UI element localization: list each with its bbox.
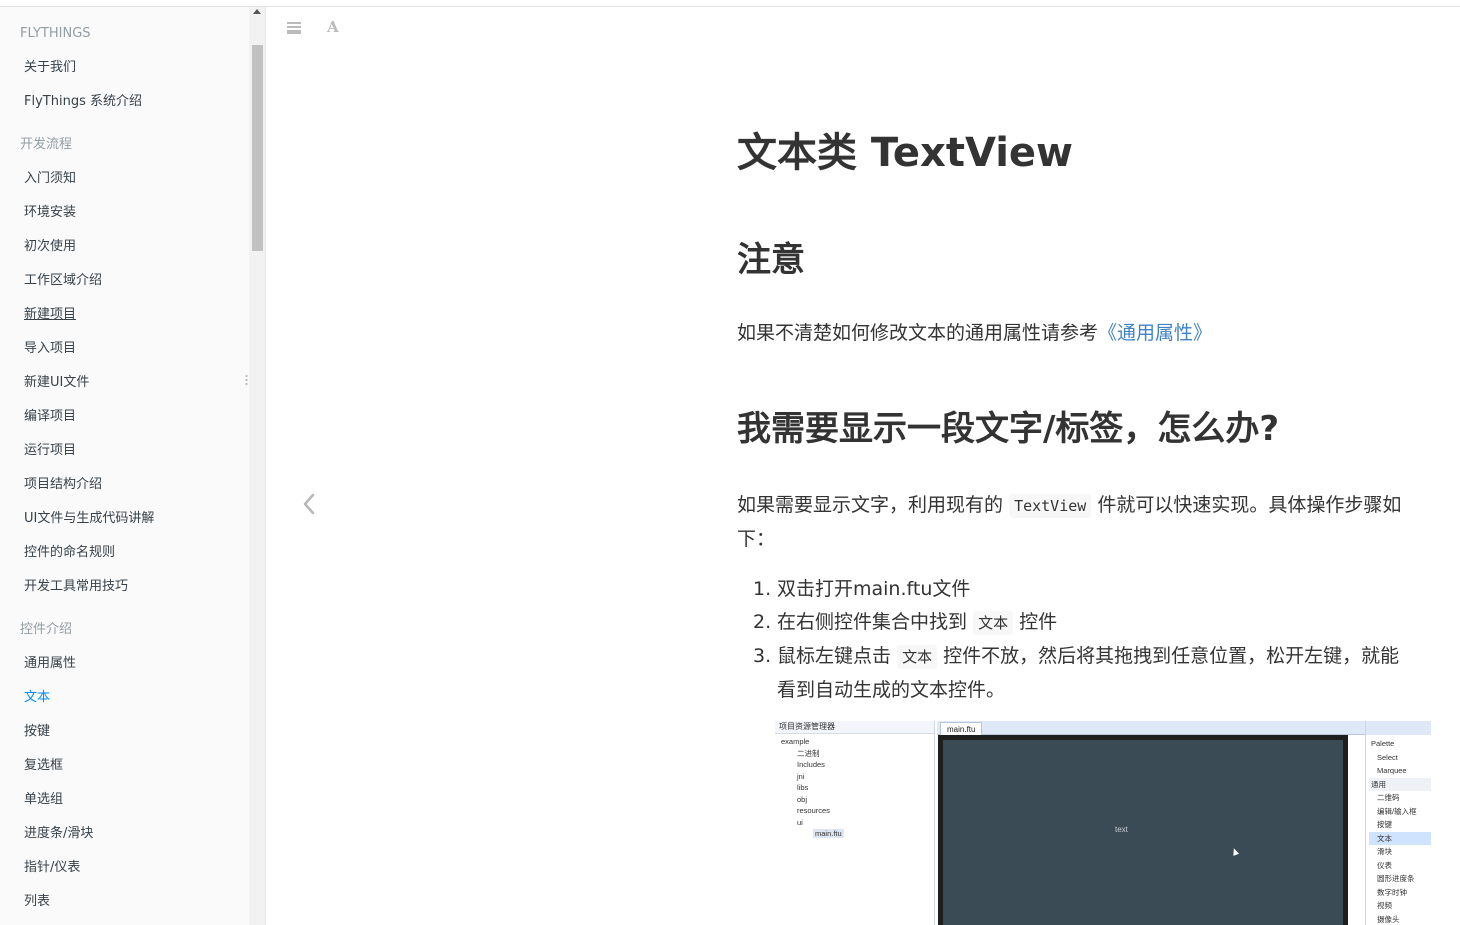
previous-page-icon[interactable] <box>296 488 326 520</box>
tree-node: libs <box>797 783 809 792</box>
sidebar-item-naming-rules[interactable]: 控件的命名规则 <box>0 543 115 563</box>
ide-screenshot: 项目资源管理器 example 二进制 Includes jni libs ob… <box>775 721 1431 925</box>
palette-item: Marquee <box>1377 766 1407 775</box>
step-text-before: 鼠标左键点击 <box>777 645 892 667</box>
palette-list: Palette Select Marquee 通用 二维码 编辑/输入框 按键 … <box>1369 737 1431 925</box>
palette-item: 数字时钟 <box>1377 887 1407 897</box>
control-palette: Palette Select Marquee 通用 二维码 编辑/输入框 按键 … <box>1365 721 1431 925</box>
palette-item: 摄像头 <box>1377 914 1400 924</box>
project-tree: example 二进制 Includes jni libs obj resour… <box>775 734 934 840</box>
sidebar-item-structure[interactable]: 项目结构介绍 <box>0 475 102 495</box>
common-props-link[interactable]: 《通用属性》 <box>1098 322 1212 344</box>
sidebar-resize-handle[interactable] <box>245 374 248 386</box>
sidebar-item-import-project[interactable]: 导入项目 <box>0 339 76 359</box>
step-text-before: 在右侧控件集合中找到 <box>777 611 968 633</box>
notice-text: 如果不清楚如何修改文本的通用属性请参考 <box>737 322 1099 344</box>
palette-group: 通用 <box>1369 777 1431 791</box>
sidebar-item-list[interactable]: 列表 <box>0 892 50 912</box>
intro-paragraph: 如果需要显示文字，利用现有的 TextView 件就可以快速实现。具体操作步骤如… <box>737 489 1417 556</box>
canvas-text-label: text <box>1115 825 1128 834</box>
sidebar-item-tips[interactable]: 开发工具常用技巧 <box>0 577 128 597</box>
section-title-flythings: FLYTHINGS <box>20 26 91 41</box>
palette-item: 仪表 <box>1377 860 1392 870</box>
step-text-after: 控件 <box>1019 611 1058 633</box>
palette-item: Select <box>1377 752 1398 762</box>
step-text: 双击打开main.ftu文件 <box>777 578 971 600</box>
ui-preview-frame: text <box>938 735 1348 925</box>
palette-item: 按键 <box>1377 820 1392 829</box>
article-body: 文本类 TextView 注意 如果不清楚如何修改文本的通用属性请参考《通用属性… <box>737 125 1417 707</box>
sidebar-item-text[interactable]: 文本 <box>0 688 50 708</box>
tree-node: 二进制 <box>797 748 820 758</box>
step-number: 2. <box>753 611 772 633</box>
tree-node: main.ftu <box>775 828 934 840</box>
explorer-title: 项目资源管理器 <box>775 721 934 734</box>
inline-code-textview: TextView <box>1009 494 1092 518</box>
list-item: 1. 双击打开main.ftu文件 <box>737 573 1417 606</box>
editor-tabbar: main.ftu <box>937 721 1365 735</box>
step-number: 1. <box>753 578 772 600</box>
editor-tab: main.ftu <box>940 722 983 735</box>
palette-item: 滑块 <box>1377 847 1392 856</box>
menu-icon[interactable] <box>287 22 301 34</box>
sidebar-item-new-project-label: 新建项目 <box>24 307 77 322</box>
sidebar-scrollbar[interactable] <box>249 7 266 925</box>
sidebar-item-new-ui-file[interactable]: 新建UI文件 <box>0 373 89 393</box>
sidebar-item-getting-started[interactable]: 入门须知 <box>0 169 76 189</box>
palette-item: 视频 <box>1377 901 1392 910</box>
section-title-dev-flow: 开发流程 <box>20 137 73 152</box>
step-number: 3. <box>753 645 772 667</box>
sidebar-item-pointer-gauge[interactable]: 指针/仪表 <box>0 858 80 878</box>
sidebar-item-run[interactable]: 运行项目 <box>0 441 76 461</box>
sidebar-item-first-use[interactable]: 初次使用 <box>0 237 76 257</box>
tree-node: ui <box>797 817 803 827</box>
project-explorer: 项目资源管理器 example 二进制 Includes jni libs ob… <box>775 721 935 925</box>
sidebar-item-button[interactable]: 按键 <box>0 722 50 742</box>
sidebar-item-progress-slider[interactable]: 进度条/滑块 <box>0 824 93 844</box>
sidebar-item-common-props[interactable]: 通用属性 <box>0 654 76 674</box>
tree-node: jni <box>797 771 805 781</box>
list-item: 3. 鼠标左键点击 文本 控件不放，然后将其拖拽到任意位置，松开左键，就能看到自… <box>737 640 1417 707</box>
section-title-controls: 控件介绍 <box>20 622 73 637</box>
palette-item: Palette <box>1371 739 1395 748</box>
tree-node: resources <box>797 806 830 815</box>
sidebar-item-radio-group[interactable]: 单选组 <box>0 790 63 810</box>
heading-question: 我需要显示一段文字/标签，怎么办? <box>737 409 1280 449</box>
palette-item: 圆形进度条 <box>1377 874 1415 883</box>
ui-canvas: text <box>943 740 1343 925</box>
tree-node: example <box>781 737 810 746</box>
tree-node-label: main.ftu <box>813 829 844 838</box>
heading-notice: 注意 <box>737 240 805 280</box>
sidebar-nav: FLYTHINGS 关于我们 FlyThings 系统介绍 开发流程 入门须知 … <box>0 7 249 925</box>
palette-item: 编辑/输入框 <box>1377 806 1417 816</box>
steps-list: 1. 双击打开main.ftu文件 2. 在右侧控件集合中找到 文本 控件 3.… <box>737 573 1417 707</box>
page-title: 文本类 TextView <box>737 130 1073 176</box>
font-settings-icon[interactable]: A <box>327 18 339 36</box>
list-item: 2. 在右侧控件集合中找到 文本 控件 <box>737 606 1417 640</box>
notice-paragraph: 如果不清楚如何修改文本的通用属性请参考《通用属性》 <box>737 317 1417 350</box>
sidebar-item-system-intro[interactable]: FlyThings 系统介绍 <box>0 92 142 112</box>
palette-item-selected: 文本 <box>1369 831 1431 845</box>
sidebar-item-env-install[interactable]: 环境安装 <box>0 203 76 223</box>
sidebar-item-compile[interactable]: 编译项目 <box>0 407 76 427</box>
sidebar-item-new-project[interactable]: 新建项目 <box>0 305 76 325</box>
palette-item: 二维码 <box>1377 793 1400 802</box>
sidebar-item-about[interactable]: 关于我们 <box>0 58 76 78</box>
inline-code-text: 文本 <box>897 645 938 669</box>
sidebar-item-workspace[interactable]: 工作区域介绍 <box>0 271 102 291</box>
sidebar-item-checkbox[interactable]: 复选框 <box>0 756 63 776</box>
inline-code-text: 文本 <box>973 611 1014 635</box>
tree-node: Includes <box>797 760 825 769</box>
intro-text-before: 如果需要显示文字，利用现有的 <box>737 494 1004 516</box>
palette-header <box>1366 721 1431 735</box>
sidebar-item-ui-codegen[interactable]: UI文件与生成代码讲解 <box>0 509 154 529</box>
scroll-up-arrow-icon[interactable] <box>253 9 261 14</box>
tree-node: obj <box>797 794 808 804</box>
mouse-cursor-icon <box>1230 847 1240 856</box>
scrollbar-thumb[interactable] <box>252 45 263 251</box>
